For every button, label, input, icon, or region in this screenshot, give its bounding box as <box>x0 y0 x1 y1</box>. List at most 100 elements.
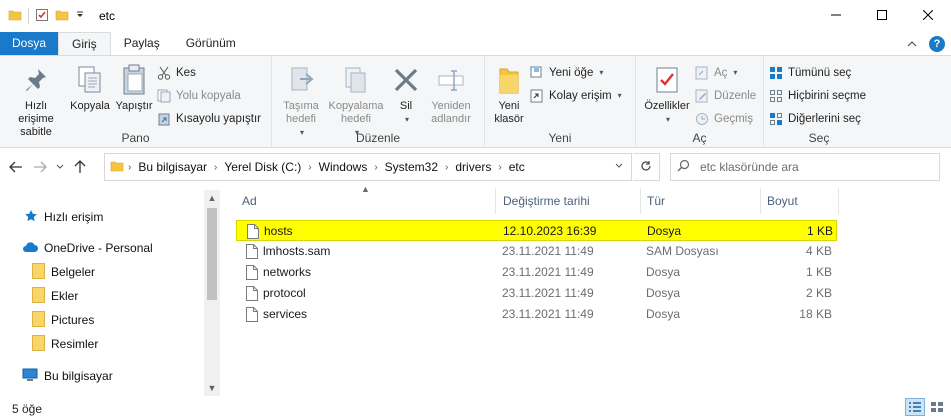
scrollbar-thumb[interactable] <box>207 208 217 300</box>
nav-quick-access[interactable]: Hızlı erişim <box>24 206 103 228</box>
file-name: networks <box>263 265 312 279</box>
file-row-hosts[interactable]: hosts 12.10.2023 16:39 Dosya 1 KB <box>236 220 837 241</box>
new-item-button[interactable]: Yeni öğe ▾ <box>529 62 622 83</box>
customize-toolbar-dropdown-icon[interactable] <box>75 9 85 23</box>
cut-button[interactable]: Kes <box>156 62 261 83</box>
copy-path-button[interactable]: Yolu kopyala <box>156 85 261 106</box>
column-header-type[interactable]: Tür <box>637 188 757 214</box>
back-arrow-icon[interactable] <box>4 155 28 179</box>
select-all-icon <box>768 65 784 81</box>
open-icon <box>694 65 710 81</box>
group-label-organize: Düzenle <box>355 131 401 145</box>
breadcrumb-drivers[interactable]: drivers <box>452 160 494 174</box>
clipboard-icon <box>117 62 151 98</box>
easy-access-button[interactable]: Kolay erişim ▾ <box>529 85 622 106</box>
breadcrumb-windows[interactable]: Windows <box>316 160 371 174</box>
folder-icon <box>8 8 22 25</box>
file-row-networks[interactable]: networks 23.11.2021 11:49 Dosya 1 KB <box>236 262 837 283</box>
breadcrumb-system32[interactable]: System32 <box>382 160 441 174</box>
edit-button[interactable]: Düzenle <box>694 85 756 106</box>
properties-check-icon[interactable] <box>35 8 49 25</box>
file-size: 18 KB <box>799 307 832 321</box>
nav-this-pc[interactable]: Bu bilgisayar <box>22 365 113 387</box>
nav-pane-scrollbar[interactable]: ▲ ▼ <box>204 190 220 396</box>
file-icon <box>247 224 259 239</box>
select-all-button[interactable]: Tümünü seç <box>768 62 866 83</box>
nav-folder-pictures[interactable]: Pictures <box>32 309 94 331</box>
scroll-up-icon[interactable]: ▲ <box>204 190 220 206</box>
invert-selection-button[interactable]: Diğerlerini seç <box>768 108 866 129</box>
minimize-button[interactable] <box>813 0 859 30</box>
column-header-size[interactable]: Boyut <box>757 188 837 214</box>
chevron-right-icon[interactable]: › <box>441 162 452 173</box>
breadcrumb-etc[interactable]: etc <box>506 160 528 174</box>
large-icons-view-icon[interactable] <box>927 398 947 416</box>
nav-folder-resimler[interactable]: Resimler <box>32 333 98 355</box>
scroll-down-icon[interactable]: ▼ <box>204 380 220 396</box>
column-divider[interactable] <box>838 188 839 214</box>
file-row-protocol[interactable]: protocol 23.11.2021 11:49 Dosya 2 KB <box>236 283 837 304</box>
file-row-services[interactable]: services 23.11.2021 11:49 Dosya 18 KB <box>236 304 837 325</box>
refresh-button[interactable] <box>633 153 660 181</box>
search-icon <box>677 159 690 175</box>
file-date: 23.11.2021 11:49 <box>502 307 594 321</box>
file-type: Dosya <box>647 224 682 238</box>
chevron-right-icon[interactable]: › <box>494 162 505 173</box>
paste-shortcut-icon <box>156 111 172 127</box>
history-button[interactable]: Geçmiş <box>694 108 756 129</box>
invert-selection-icon <box>768 111 784 127</box>
file-icon <box>246 265 258 280</box>
tab-file[interactable]: Dosya <box>0 32 59 55</box>
file-row-lmhosts[interactable]: lmhosts.sam 23.11.2021 11:49 SAM Dosyası… <box>236 241 837 262</box>
column-header-date[interactable]: Değiştirme tarihi <box>493 188 639 214</box>
up-arrow-icon[interactable] <box>68 155 92 179</box>
maximize-button[interactable] <box>859 0 905 30</box>
file-name: lmhosts.sam <box>263 244 331 258</box>
file-name: protocol <box>263 286 306 300</box>
tab-home[interactable]: Giriş <box>58 32 111 55</box>
search-box[interactable]: etc klasöründe ara <box>670 153 940 181</box>
file-date: 23.11.2021 11:49 <box>502 286 594 300</box>
collapse-ribbon-icon[interactable] <box>907 37 917 51</box>
file-date: 23.11.2021 11:49 <box>502 244 594 258</box>
recent-locations-chevron-icon[interactable] <box>52 155 68 179</box>
nav-folder-ekler[interactable]: Ekler <box>32 285 78 307</box>
copy-icon <box>73 62 107 98</box>
group-new: Yeni klasör Yeni öğe ▾ Kolay erişim ▾ Yeni <box>485 56 636 148</box>
star-pin-icon <box>24 209 38 226</box>
folder-icon <box>32 286 45 306</box>
details-view-icon[interactable] <box>905 398 925 416</box>
folder-icon <box>32 310 45 330</box>
paste-shortcut-button[interactable]: Kısayolu yapıştır <box>156 108 261 129</box>
chevron-right-icon[interactable]: › <box>210 162 221 173</box>
forward-arrow-icon[interactable] <box>28 155 52 179</box>
chevron-right-icon[interactable]: › <box>124 162 135 173</box>
title-bar: etc <box>0 0 951 32</box>
open-button[interactable]: Aç ▾ <box>694 62 756 83</box>
file-date: 12.10.2023 16:39 <box>503 224 597 238</box>
group-open: Özellikler ▾ Aç ▾ Düzenle Geçmiş Aç <box>636 56 764 148</box>
file-icon <box>246 244 258 259</box>
column-header-name[interactable]: Ad <box>232 188 494 214</box>
delete-x-icon <box>389 62 423 98</box>
chevron-right-icon[interactable]: › <box>304 162 315 173</box>
file-icon <box>246 307 258 322</box>
group-label-new: Yeni <box>548 131 572 145</box>
file-size: 2 KB <box>805 286 832 300</box>
select-none-button[interactable]: Hiçbirini seçme <box>768 85 866 106</box>
history-icon <box>694 111 710 127</box>
breadcrumb-local-disk[interactable]: Yerel Disk (C:) <box>221 160 304 174</box>
address-bar[interactable]: › Bu bilgisayar › Yerel Disk (C:) › Wind… <box>104 153 632 181</box>
chevron-right-icon[interactable]: › <box>370 162 381 173</box>
group-label-select: Seç <box>808 131 830 145</box>
new-folder-icon[interactable] <box>55 8 69 25</box>
tab-share[interactable]: Paylaş <box>111 32 173 55</box>
ribbon-tabs: Dosya Giriş Paylaş Görünüm ? <box>0 32 951 55</box>
breadcrumb-this-pc[interactable]: Bu bilgisayar <box>135 160 210 174</box>
address-history-chevron-icon[interactable] <box>606 153 632 179</box>
nav-onedrive[interactable]: OneDrive - Personal <box>22 237 153 259</box>
close-button[interactable] <box>905 0 951 30</box>
help-icon[interactable]: ? <box>929 35 945 52</box>
tab-view[interactable]: Görünüm <box>173 32 249 55</box>
nav-folder-belgeler[interactable]: Belgeler <box>32 261 95 283</box>
